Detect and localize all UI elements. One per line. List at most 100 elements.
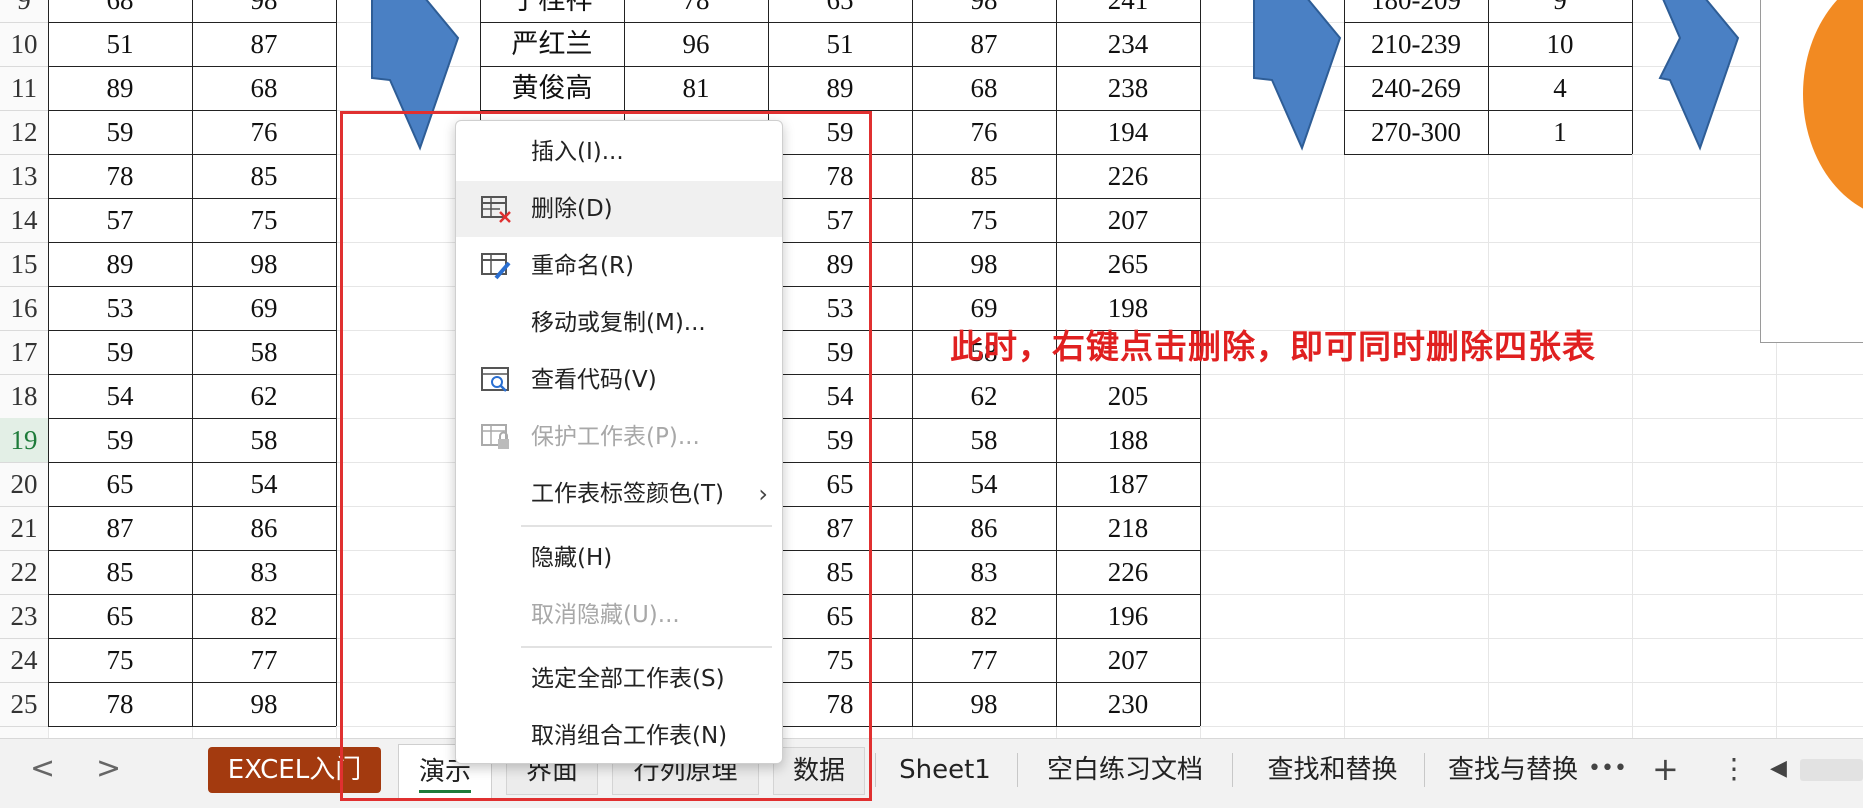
chart-box[interactable] xyxy=(1760,0,1863,343)
table-cell[interactable]: 78 xyxy=(768,682,912,726)
table-cell[interactable]: 59 xyxy=(48,110,192,154)
row-number[interactable]: 12 xyxy=(0,110,48,154)
menu-item-view-code[interactable]: 查看代码(V) xyxy=(456,352,782,408)
table-cell[interactable]: 86 xyxy=(192,506,336,550)
table-cell[interactable]: 240-269 xyxy=(1344,66,1488,110)
table-cell[interactable]: 54 xyxy=(48,374,192,418)
menu-item-tab-color[interactable]: 工作表标签颜色(T) › xyxy=(456,466,782,522)
table-cell[interactable]: 230 xyxy=(1056,682,1200,726)
table-cell[interactable]: 89 xyxy=(768,242,912,286)
table-cell[interactable]: 57 xyxy=(768,198,912,242)
table-cell[interactable]: 205 xyxy=(1056,374,1200,418)
tab-data[interactable]: 数据 xyxy=(773,747,865,795)
spreadsheet-grid[interactable]: 91011121314151617181920212223242526 6898… xyxy=(0,0,1863,738)
menu-item-hide[interactable]: 隐藏(H) xyxy=(456,530,782,586)
table-cell[interactable]: 54 xyxy=(912,462,1056,506)
table-cell[interactable]: 85 xyxy=(192,154,336,198)
table-cell[interactable]: 51 xyxy=(768,22,912,66)
table-cell[interactable]: 85 xyxy=(768,550,912,594)
tab-find-replace-2[interactable]: 查找与替换 xyxy=(1436,747,1588,793)
table-cell[interactable]: 98 xyxy=(912,0,1056,22)
table-cell[interactable]: 98 xyxy=(192,682,336,726)
row-number[interactable]: 20 xyxy=(0,462,48,506)
row-number[interactable]: 26 xyxy=(0,726,48,738)
table-cell[interactable]: 65 xyxy=(768,0,912,22)
row-number[interactable]: 13 xyxy=(0,154,48,198)
table-cell[interactable]: 68 xyxy=(48,0,192,22)
table-cell[interactable]: 207 xyxy=(1056,198,1200,242)
table-cell[interactable]: 87 xyxy=(192,22,336,66)
table-cell[interactable]: 234 xyxy=(1056,22,1200,66)
table-cell[interactable]: 75 xyxy=(48,638,192,682)
more-tabs-button[interactable]: ••• xyxy=(1588,739,1627,799)
table-cell[interactable]: 226 xyxy=(1056,550,1200,594)
row-number[interactable]: 19 xyxy=(0,418,48,462)
tab-blank-practice[interactable]: 空白练习文档 xyxy=(1030,747,1220,793)
table-cell[interactable]: 238 xyxy=(1056,66,1200,110)
table-cell[interactable]: 76 xyxy=(912,110,1056,154)
table-cell[interactable]: 187 xyxy=(1056,462,1200,506)
table-cell[interactable]: 58 xyxy=(192,418,336,462)
table-cell[interactable]: 87 xyxy=(912,22,1056,66)
table-cell[interactable]: 241 xyxy=(1056,0,1200,22)
table-cell[interactable]: 57 xyxy=(48,198,192,242)
horizontal-scroll-left-icon[interactable]: ◀ xyxy=(1770,739,1787,799)
tab-find-replace[interactable]: 查找和替换 xyxy=(1245,747,1420,793)
tab-sheet1[interactable]: Sheet1 xyxy=(885,747,1005,793)
table-cell[interactable]: 62 xyxy=(912,374,1056,418)
table-cell[interactable]: 78 xyxy=(624,0,768,22)
table-cell[interactable]: 65 xyxy=(768,462,912,506)
table-cell[interactable]: 98 xyxy=(192,0,336,22)
table-cell[interactable]: 严红兰 xyxy=(480,22,624,66)
table-cell[interactable]: 10 xyxy=(1488,22,1632,66)
row-number[interactable]: 18 xyxy=(0,374,48,418)
table-cell[interactable]: 59 xyxy=(768,330,912,374)
table-cell[interactable]: 77 xyxy=(192,638,336,682)
row-number[interactable]: 15 xyxy=(0,242,48,286)
table-cell[interactable]: 83 xyxy=(912,550,1056,594)
table-cell[interactable]: 59 xyxy=(48,330,192,374)
table-cell[interactable]: 207 xyxy=(1056,638,1200,682)
table-cell[interactable]: 4 xyxy=(1488,66,1632,110)
menu-item-ungroup-sheets[interactable]: 取消组合工作表(N) xyxy=(456,708,782,764)
table-cell[interactable]: 59 xyxy=(48,418,192,462)
table-cell[interactable]: 81 xyxy=(624,66,768,110)
table-cell[interactable]: 98 xyxy=(912,242,1056,286)
row-number[interactable]: 24 xyxy=(0,638,48,682)
table-cell[interactable]: 76 xyxy=(192,110,336,154)
row-number[interactable]: 10 xyxy=(0,22,48,66)
table-cell[interactable]: 1 xyxy=(1488,110,1632,154)
table-cell[interactable]: 65 xyxy=(48,462,192,506)
table-cell[interactable]: 196 xyxy=(1056,594,1200,638)
table-cell[interactable]: 87 xyxy=(48,506,192,550)
table-cell[interactable]: 9 xyxy=(1488,0,1632,22)
menu-item-rename[interactable]: 重命名(R) xyxy=(456,238,782,294)
table-cell[interactable]: 85 xyxy=(912,154,1056,198)
row-number[interactable]: 9 xyxy=(0,0,48,22)
tab-excel-intro[interactable]: EXCEL入门 xyxy=(208,747,381,793)
table-cell[interactable]: 210-239 xyxy=(1344,22,1488,66)
table-cell[interactable]: 75 xyxy=(192,198,336,242)
table-cell[interactable]: 65 xyxy=(768,594,912,638)
table-cell[interactable]: 65 xyxy=(48,594,192,638)
table-cell[interactable]: 226 xyxy=(1056,154,1200,198)
row-number[interactable]: 11 xyxy=(0,66,48,110)
table-cell[interactable]: 75 xyxy=(912,198,1056,242)
table-cell[interactable]: 54 xyxy=(192,462,336,506)
table-cell[interactable]: 87 xyxy=(768,506,912,550)
table-cell[interactable]: 89 xyxy=(48,242,192,286)
table-cell[interactable]: 96 xyxy=(624,22,768,66)
table-cell[interactable]: 59 xyxy=(768,110,912,154)
table-cell[interactable]: 82 xyxy=(912,594,1056,638)
table-cell[interactable]: 78 xyxy=(768,154,912,198)
table-cell[interactable]: 82 xyxy=(192,594,336,638)
table-cell[interactable]: 83 xyxy=(192,550,336,594)
table-cell[interactable]: 98 xyxy=(192,242,336,286)
table-cell[interactable]: 265 xyxy=(1056,242,1200,286)
table-cell[interactable]: 77 xyxy=(912,638,1056,682)
row-number[interactable]: 16 xyxy=(0,286,48,330)
table-cell[interactable]: 53 xyxy=(768,286,912,330)
table-cell[interactable]: 180-209 xyxy=(1344,0,1488,22)
arrow-shape-2[interactable] xyxy=(1252,0,1342,160)
arrow-shape-3[interactable] xyxy=(1650,0,1740,160)
